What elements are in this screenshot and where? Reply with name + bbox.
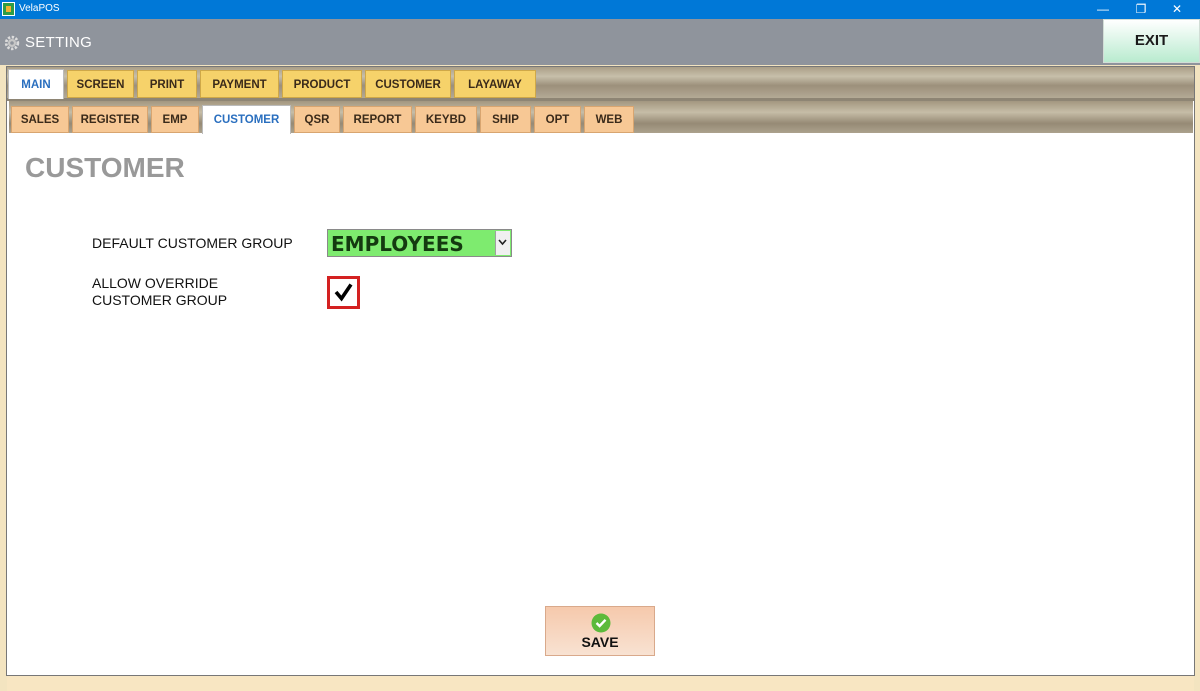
tab-customer[interactable]: CUSTOMER	[365, 70, 451, 98]
subtab-ship[interactable]: SHIP	[480, 106, 531, 133]
allow-override-label-line1: ALLOW OVERRIDE	[92, 275, 219, 291]
allow-override-checkbox[interactable]	[327, 276, 360, 309]
tab-main[interactable]: MAIN	[8, 69, 64, 99]
check-circle-icon	[591, 613, 611, 633]
chevron-down-icon	[498, 239, 507, 246]
subtab-qsr[interactable]: QSR	[294, 106, 340, 133]
selected-group-value: EMPLOYEES	[331, 232, 464, 256]
save-label: SAVE	[581, 634, 619, 650]
subtab-sales[interactable]: SALES	[11, 106, 69, 133]
subtab-customer[interactable]: CUSTOMER	[202, 105, 291, 134]
dropdown-arrow[interactable]	[495, 231, 510, 255]
tab-product[interactable]: PRODUCT	[282, 70, 362, 98]
app-icon	[2, 2, 15, 16]
header-bar	[0, 19, 1200, 65]
checkmark-icon	[334, 283, 353, 302]
window-title: VelaPOS	[19, 3, 60, 14]
subtab-keybd[interactable]: KEYBD	[415, 106, 477, 133]
tab-print[interactable]: PRINT	[137, 70, 197, 98]
subtab-report[interactable]: REPORT	[343, 106, 412, 133]
tab-payment[interactable]: PAYMENT	[200, 70, 279, 98]
close-button[interactable]: ✕	[1154, 0, 1200, 19]
page-title: SETTING	[25, 34, 93, 51]
gear-icon	[4, 35, 20, 51]
window-title-bar: VelaPOS — ❐ ✕	[0, 0, 1200, 19]
default-customer-group-label: DEFAULT CUSTOMER GROUP	[92, 235, 293, 251]
subtab-emp[interactable]: EMP	[151, 106, 199, 133]
status-strip	[7, 676, 1194, 691]
subtab-register[interactable]: REGISTER	[72, 106, 148, 133]
save-button[interactable]: SAVE	[545, 606, 655, 656]
exit-button[interactable]: EXIT	[1103, 19, 1200, 63]
tab-layaway[interactable]: LAYAWAY	[454, 70, 536, 98]
tab-screen[interactable]: SCREEN	[67, 70, 134, 98]
subtab-web[interactable]: WEB	[584, 106, 634, 133]
default-customer-group-select[interactable]: EMPLOYEES	[327, 229, 512, 257]
subtab-opt[interactable]: OPT	[534, 106, 581, 133]
section-heading: CUSTOMER	[25, 152, 185, 183]
allow-override-label-line2: CUSTOMER GROUP	[92, 292, 228, 308]
